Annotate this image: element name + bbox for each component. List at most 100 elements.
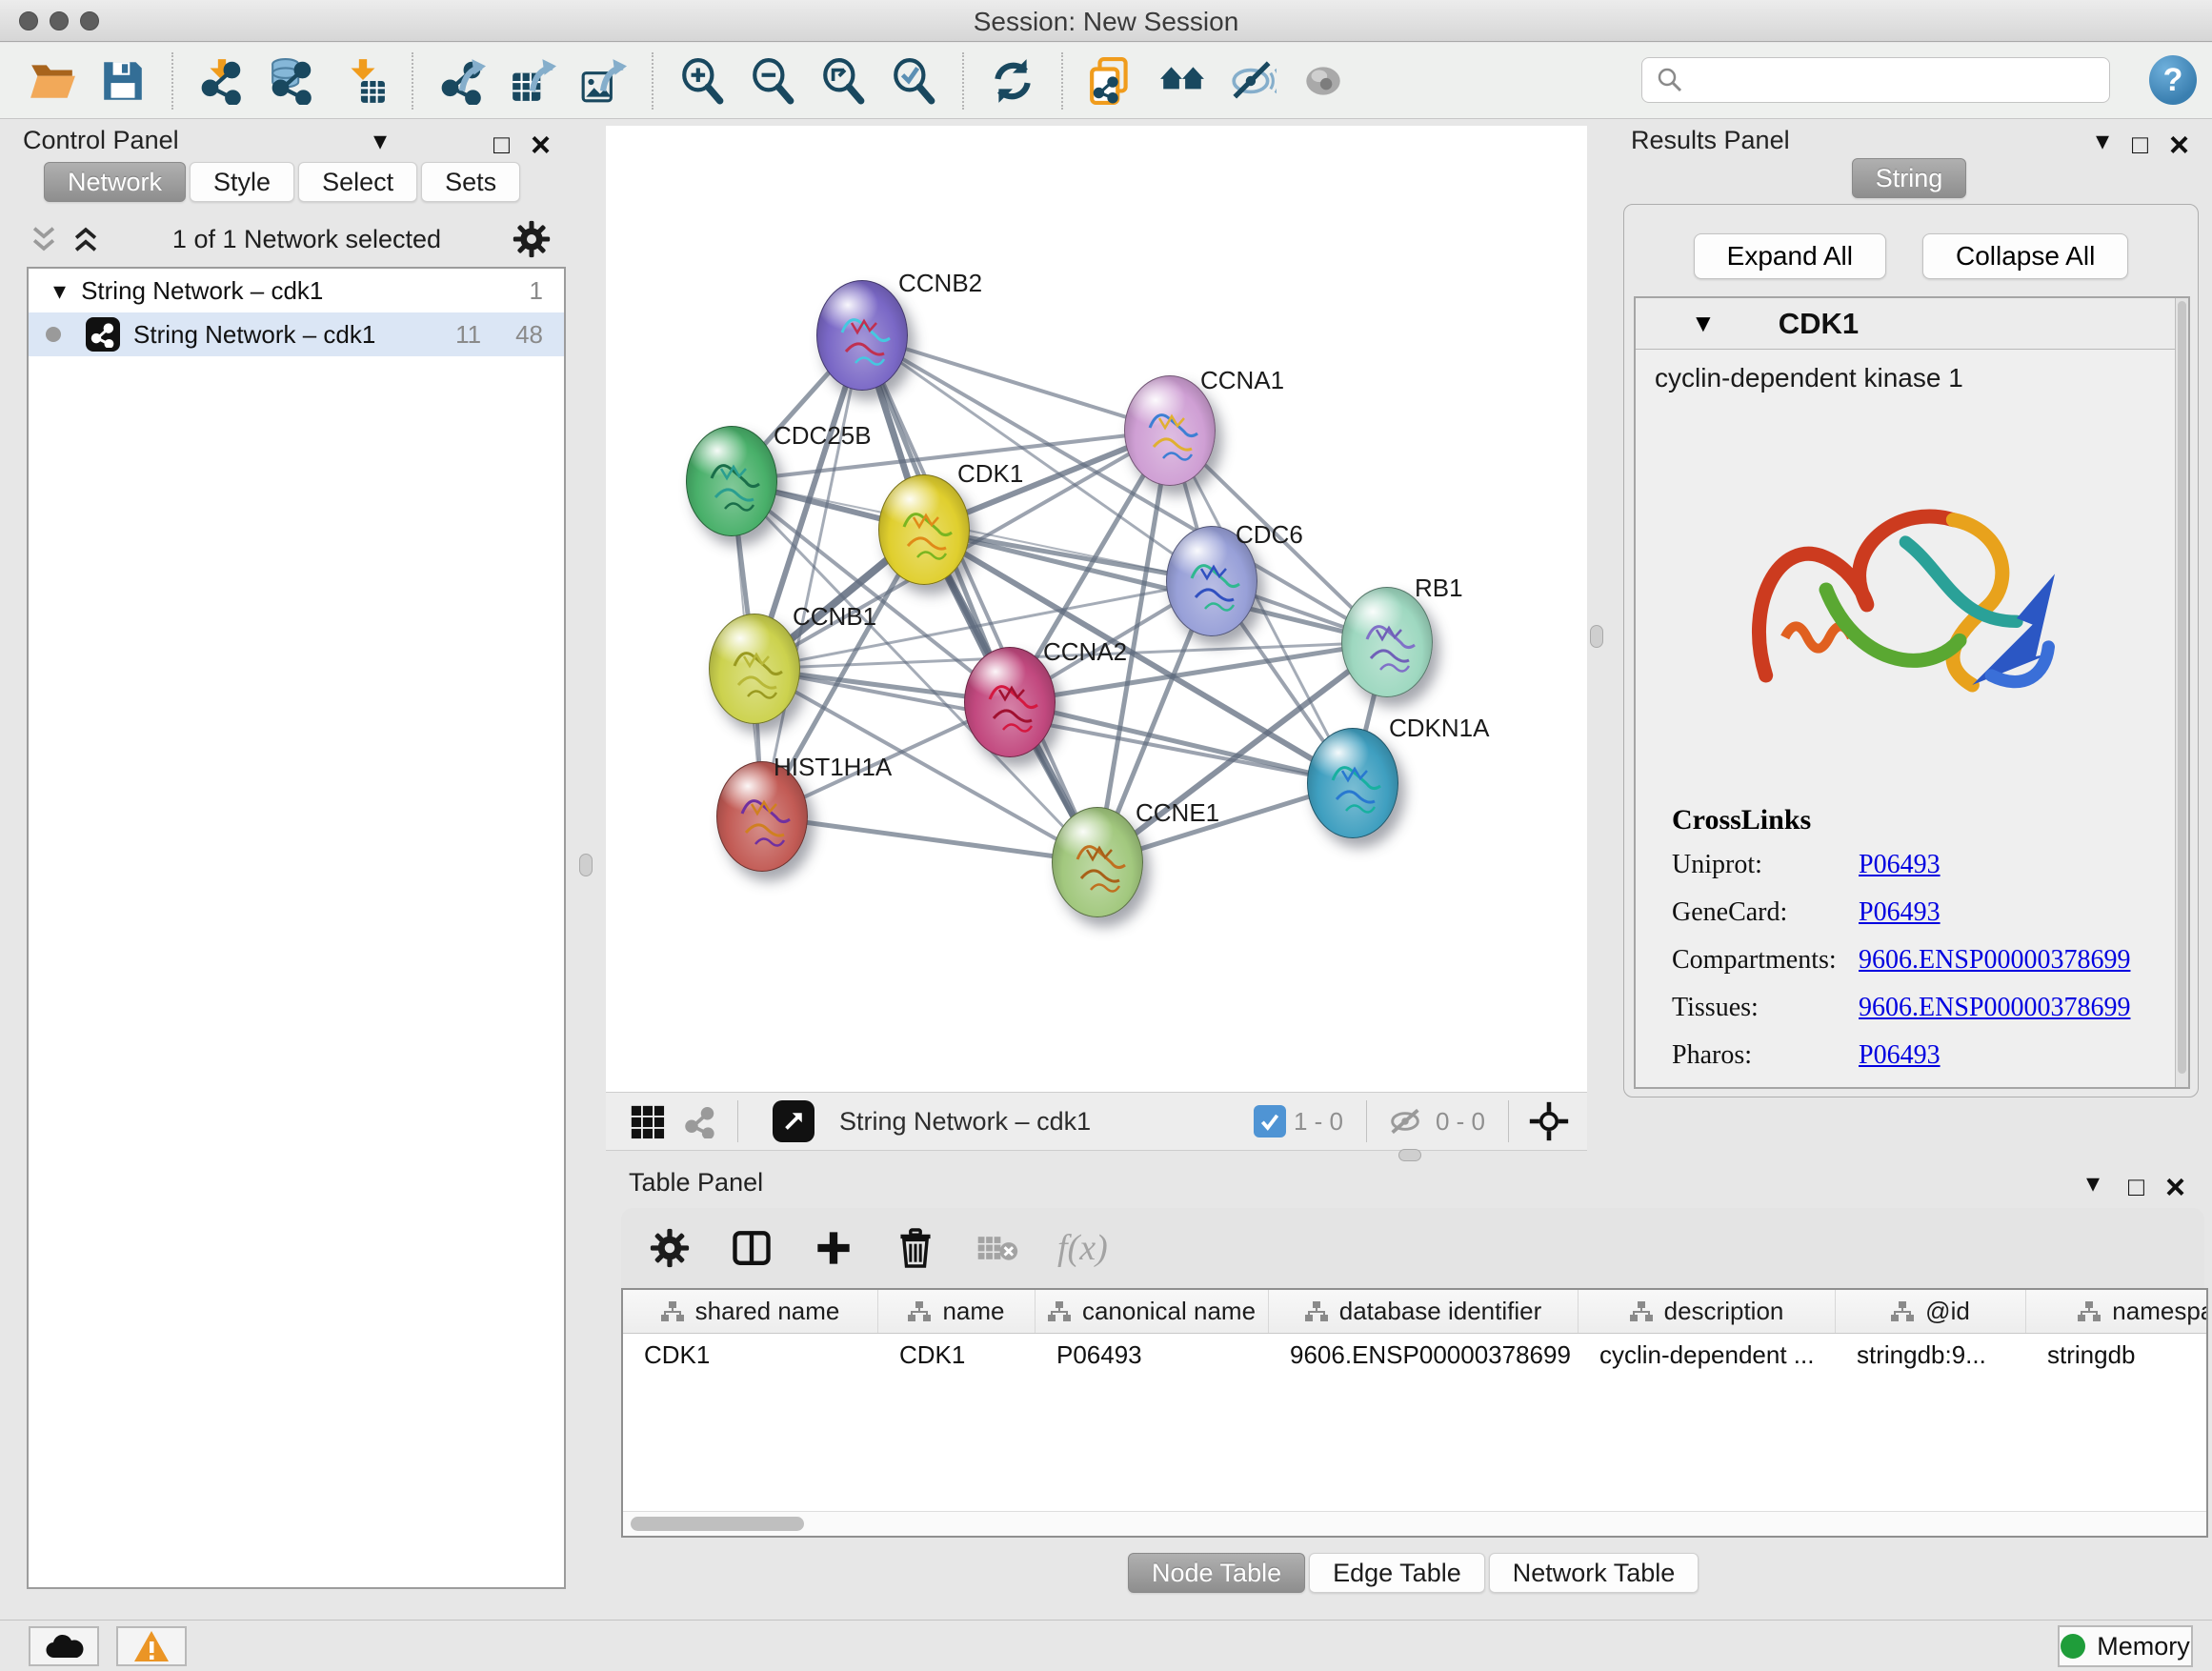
import-network-icon <box>198 57 246 105</box>
app-window: Session: New Session ? Control Panel ▾ □… <box>0 0 2212 1671</box>
network-share-icon[interactable] <box>678 1104 722 1138</box>
column-header-database-identifier[interactable]: database identifier <box>1269 1290 1579 1333</box>
expand-all-networks-icon[interactable] <box>65 223 107 255</box>
tab-network-table[interactable]: Network Table <box>1489 1553 1699 1593</box>
export-network-icon <box>438 57 486 105</box>
column-header-namespace[interactable]: namespace <box>2026 1290 2208 1333</box>
delete-column-icon[interactable] <box>894 1228 937 1268</box>
expand-all-button[interactable]: Expand All <box>1694 233 1886 279</box>
table-panel-float-icon[interactable]: □ <box>2128 1174 2144 1200</box>
zoom-fit-button[interactable] <box>816 54 870 108</box>
create-column-icon[interactable] <box>812 1229 855 1267</box>
crosslink-link[interactable]: 9606.ENSP00000378699 <box>1859 993 2130 1023</box>
zoom-out-button[interactable] <box>746 54 799 108</box>
export-table-button[interactable] <box>506 54 559 108</box>
detach-view-icon[interactable] <box>773 1100 814 1142</box>
save-session-button[interactable] <box>96 54 150 108</box>
collapse-all-button[interactable]: Collapse All <box>1922 233 2128 279</box>
import-network-from-database-button[interactable] <box>266 54 319 108</box>
crosslink-link[interactable]: P06493 <box>1859 897 1941 928</box>
tab-node-table[interactable]: Node Table <box>1128 1553 1305 1593</box>
network-edges <box>606 126 1587 1092</box>
export-network-button[interactable] <box>435 54 489 108</box>
birdseye-grid-icon[interactable] <box>625 1103 669 1139</box>
crosslinks-section: CrossLinks Uniprot:P06493GeneCard:P06493… <box>1636 804 2188 1071</box>
warnings-button[interactable] <box>116 1626 187 1666</box>
results-panel-close-icon[interactable]: × <box>2169 128 2189 162</box>
copy-style-button[interactable] <box>1085 54 1138 108</box>
column-header-canonical-name[interactable]: canonical name <box>1036 1290 1269 1333</box>
refresh-network-button[interactable] <box>986 54 1039 108</box>
bottom-splitter-handle[interactable] <box>1398 1149 1421 1161</box>
column-header-name[interactable]: name <box>878 1290 1036 1333</box>
gene-disclosure-icon[interactable]: ▼ <box>1691 309 1716 338</box>
open-session-button[interactable] <box>26 54 79 108</box>
import-table-from-file-button[interactable] <box>336 54 390 108</box>
first-neighbors-button[interactable] <box>1156 54 1209 108</box>
network-canvas[interactable]: CCNB2 CCNA1 CDC25B CDK1 CDC6 RB1 CCNB1 C… <box>606 126 1587 1092</box>
zoom-in-button[interactable] <box>675 54 729 108</box>
network-node-ccna2[interactable] <box>964 647 1056 757</box>
search-input[interactable] <box>1694 61 2109 99</box>
gene-symbol: CDK1 <box>1779 307 1859 341</box>
tab-select[interactable]: Select <box>298 162 417 202</box>
network-node-cdkn1a[interactable] <box>1307 728 1398 838</box>
column-header-shared-name[interactable]: shared name <box>623 1290 878 1333</box>
network-collection-row[interactable]: ▾ String Network – cdk1 1 <box>29 269 564 312</box>
tab-network[interactable]: Network <box>44 162 186 202</box>
table-horizontal-scrollbar[interactable] <box>623 1511 2206 1536</box>
collection-disclosure-icon[interactable]: ▾ <box>53 276 66 306</box>
network-edge[interactable] <box>762 816 1097 862</box>
network-node-cdc25b[interactable] <box>686 426 777 536</box>
network-edge[interactable] <box>762 335 862 816</box>
table-panel-menu-icon[interactable]: ▾ <box>2086 1170 2100 1197</box>
table-panel-close-icon[interactable]: × <box>2165 1170 2185 1204</box>
help-button[interactable]: ? <box>2149 55 2197 105</box>
tab-sets[interactable]: Sets <box>421 162 520 202</box>
collapse-all-networks-icon[interactable] <box>23 223 65 255</box>
memory-button[interactable]: Memory <box>2058 1625 2193 1667</box>
control-panel-menu-icon[interactable]: ▾ <box>373 128 387 154</box>
control-panel-float-icon[interactable]: □ <box>493 131 510 158</box>
crosslink-link[interactable]: 9606.ENSP00000378699 <box>1859 945 2130 976</box>
show-columns-icon[interactable] <box>730 1228 774 1268</box>
network-node-ccnb1[interactable] <box>709 614 800 724</box>
network-edge[interactable] <box>862 335 1097 862</box>
tab-edge-table[interactable]: Edge Table <box>1309 1553 1485 1593</box>
cloud-status-button[interactable] <box>29 1626 99 1666</box>
control-panel-close-icon[interactable]: × <box>531 128 551 162</box>
memory-status-dot-icon <box>2061 1634 2085 1659</box>
right-splitter-handle[interactable] <box>1590 625 1603 648</box>
network-edge[interactable] <box>1010 702 1353 783</box>
results-panel-float-icon[interactable]: □ <box>2132 131 2148 158</box>
left-splitter-handle[interactable] <box>579 854 593 876</box>
export-image-button[interactable] <box>576 54 630 108</box>
table-row[interactable]: CDK1CDK1P064939606.ENSP00000378699cyclin… <box>623 1334 2206 1378</box>
results-scrollbar[interactable] <box>2175 298 2188 1087</box>
network-row[interactable]: String Network – cdk1 11 48 <box>29 312 564 356</box>
column-header-description[interactable]: description <box>1579 1290 1836 1333</box>
show-all-button[interactable] <box>1297 54 1350 108</box>
node-label-ccne1: CCNE1 <box>1136 798 1219 828</box>
tab-style[interactable]: Style <box>190 162 294 202</box>
network-options-gear-icon[interactable] <box>507 220 556 258</box>
tab-string[interactable]: String <box>1852 158 1967 198</box>
network-node-rb1[interactable] <box>1341 587 1433 697</box>
zoom-selected-button[interactable] <box>887 54 940 108</box>
crosslink-link[interactable]: P06493 <box>1859 1040 1941 1071</box>
zoom-selected-icon <box>890 57 937 105</box>
network-node-cdk1[interactable] <box>878 474 970 585</box>
eye-icon <box>1299 57 1347 105</box>
column-header--id[interactable]: @id <box>1836 1290 2026 1333</box>
selected-checkbox[interactable] <box>1254 1105 1286 1137</box>
hide-selected-button[interactable] <box>1226 54 1279 108</box>
network-node-ccnb2[interactable] <box>816 280 908 391</box>
gene-header[interactable]: ▼ CDK1 <box>1636 298 2188 350</box>
network-node-ccne1[interactable] <box>1052 807 1143 917</box>
fit-selection-crosshair-icon[interactable] <box>1524 1100 1574 1142</box>
results-panel-menu-icon[interactable]: ▾ <box>2096 128 2109 154</box>
crosslink-link[interactable]: P06493 <box>1859 850 1941 880</box>
gene-description: cyclin-dependent kinase 1 <box>1636 350 2188 393</box>
table-options-gear-icon[interactable] <box>648 1228 692 1268</box>
import-network-from-file-button[interactable] <box>195 54 249 108</box>
